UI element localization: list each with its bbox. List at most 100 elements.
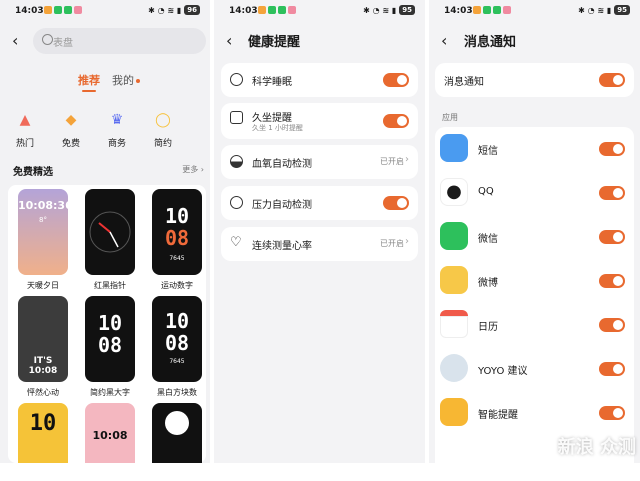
analog-clock-icon bbox=[89, 211, 131, 253]
back-button[interactable]: ‹ bbox=[226, 32, 240, 50]
status-bar: 14:03 ✱ ◔ ≋ ▮ 95 bbox=[429, 0, 640, 22]
setting-state: 已开启 bbox=[380, 239, 404, 248]
category-label: 免费 bbox=[61, 139, 80, 149]
bulb-icon bbox=[440, 398, 468, 426]
sleep-toggle[interactable] bbox=[383, 73, 409, 87]
chevron-right-icon: › bbox=[405, 236, 409, 247]
watch-face-card[interactable]: 10:08:36 8° 天暖夕日 bbox=[11, 189, 75, 290]
watch-face-card[interactable]: 10 08 7645 黑白方块数 bbox=[145, 296, 209, 397]
setting-label: 久坐提醒 bbox=[252, 113, 292, 124]
app-row-wechat[interactable]: 微信 bbox=[435, 215, 634, 259]
status-bar: 14:03 ✱ ◔ ≋ ▮ 95 bbox=[214, 0, 425, 22]
battery-badge: 95 bbox=[399, 5, 415, 15]
master-toggle[interactable] bbox=[599, 73, 625, 87]
app-label: 日历 bbox=[478, 322, 498, 333]
setting-card-stress: 压力自动检测 bbox=[221, 186, 418, 220]
stress-toggle[interactable] bbox=[383, 196, 409, 210]
section-title: 免费精选 bbox=[13, 167, 53, 178]
app-label: 微信 bbox=[478, 234, 498, 245]
setting-label: 连续测量心率 bbox=[252, 241, 312, 252]
app-row-calendar[interactable]: 日历 bbox=[435, 303, 634, 347]
smart-toggle[interactable] bbox=[599, 406, 625, 420]
watch-face-card[interactable]: 10 08 简约黑大字 bbox=[78, 296, 142, 397]
yoyo-toggle[interactable] bbox=[599, 362, 625, 376]
category-simple[interactable]: ◯ 简约 bbox=[148, 108, 178, 149]
unread-dot bbox=[136, 79, 140, 83]
face-time: IT'S 10:08 bbox=[28, 356, 58, 376]
tab-mine[interactable]: 我的 bbox=[112, 72, 140, 88]
category-row: ▲ 热门 ◆ 免费 ♛ 商务 ◯ 简约 bbox=[10, 108, 178, 149]
health-reminder-panel: 14:03 ✱ ◔ ≋ ▮ 95 ‹ 健康提醒 科学睡眠 久坐提醒 久坐 1 小… bbox=[214, 0, 425, 463]
watch-face-card[interactable]: 红黑指针 bbox=[78, 189, 142, 290]
setting-label: 血氧自动检测 bbox=[252, 159, 312, 170]
setting-row-spo2[interactable]: 血氧自动检测 已开启 › bbox=[221, 145, 418, 179]
app-row-qq[interactable]: ● QQ bbox=[435, 171, 634, 215]
setting-row-heart[interactable]: ♡ 连续测量心率 已开启 › bbox=[221, 227, 418, 261]
back-button[interactable]: ‹ bbox=[441, 32, 455, 50]
category-business[interactable]: ♛ 商务 bbox=[102, 108, 132, 149]
watch-face-name: 怦然心动 bbox=[27, 388, 59, 397]
watch-face-preview: 10 08 7645 bbox=[152, 189, 202, 275]
calendar-toggle[interactable] bbox=[599, 318, 625, 332]
watch-face-card[interactable]: 10 bbox=[11, 403, 75, 463]
chair-icon bbox=[230, 111, 243, 124]
section-label: 应用 bbox=[442, 113, 458, 122]
flame-icon: ▲ bbox=[19, 112, 31, 128]
back-button[interactable]: ‹ bbox=[12, 32, 26, 50]
watch-face-card[interactable]: 10 08 7645 运动数字 bbox=[145, 189, 209, 290]
tab-recommend[interactable]: 推荐 bbox=[78, 72, 100, 92]
category-hot[interactable]: ▲ 热门 bbox=[10, 108, 40, 149]
app-label: 短信 bbox=[478, 146, 498, 157]
setting-row-sedentary[interactable]: 久坐提醒 久坐 1 小时提醒 bbox=[221, 103, 418, 139]
sms-toggle[interactable] bbox=[599, 142, 625, 156]
setting-row-stress[interactable]: 压力自动检测 bbox=[221, 186, 418, 220]
setting-card-sedentary: 久坐提醒 久坐 1 小时提醒 bbox=[221, 103, 418, 139]
app-row-sms[interactable]: 短信 bbox=[435, 127, 634, 171]
battery-badge: 96 bbox=[184, 5, 200, 15]
more-link[interactable]: 更多 › bbox=[182, 164, 204, 175]
watch-face-card[interactable]: IT'S 10:08 怦然心动 bbox=[11, 296, 75, 397]
face-weather: 8° bbox=[39, 216, 47, 224]
bottom-strip bbox=[0, 463, 640, 481]
setting-row-master[interactable]: 消息通知 bbox=[435, 63, 634, 97]
category-free[interactable]: ◆ 免费 bbox=[56, 108, 86, 149]
watch-face-name: 简约黑大字 bbox=[90, 388, 130, 397]
watch-face-preview bbox=[152, 403, 202, 463]
setting-label: 消息通知 bbox=[444, 77, 484, 88]
app-label: 微博 bbox=[478, 278, 498, 289]
watch-face-card[interactable] bbox=[145, 403, 209, 463]
face-time: 10 08 bbox=[97, 311, 123, 357]
wechat-toggle[interactable] bbox=[599, 230, 625, 244]
app-label: 智能提醒 bbox=[478, 410, 518, 421]
qq-toggle[interactable] bbox=[599, 186, 625, 200]
app-row-weibo[interactable]: 微博 bbox=[435, 259, 634, 303]
setting-card-heart: ♡ 连续测量心率 已开启 › bbox=[221, 227, 418, 261]
qq-icon: ● bbox=[440, 178, 468, 206]
face-time: 10:08:36 bbox=[18, 199, 68, 212]
status-bar: 14:03 ✱ ◔ ≋ ▮ 96 bbox=[0, 0, 210, 22]
watch-face-panel: 14:03 ✱ ◔ ≋ ▮ 96 ‹ 表盘 推荐 我的 ▲ 热门 ◆ 免费 ♛ … bbox=[0, 0, 210, 463]
master-toggle-card: 消息通知 bbox=[435, 63, 634, 97]
notification-icons bbox=[258, 6, 296, 14]
status-right: ✱ ◔ ≋ ▮ 95 bbox=[578, 5, 630, 15]
watch-face-preview: 10 08 7645 bbox=[152, 296, 202, 382]
status-time: 14:03 bbox=[229, 6, 258, 16]
notification-icons bbox=[44, 6, 82, 14]
app-row-yoyo[interactable]: YOYO 建议 bbox=[435, 347, 634, 391]
message-icon bbox=[440, 134, 468, 162]
setting-sub: 久坐 1 小时提醒 bbox=[252, 124, 303, 132]
setting-row-sleep[interactable]: 科学睡眠 bbox=[221, 63, 418, 97]
watch-face-preview: 10 08 bbox=[85, 296, 135, 382]
status-right: ✱ ◔ ≋ ▮ 95 bbox=[363, 5, 415, 15]
weibo-toggle[interactable] bbox=[599, 274, 625, 288]
app-row-smart[interactable]: 智能提醒 bbox=[435, 391, 634, 435]
weibo-icon bbox=[440, 266, 468, 294]
search-icon bbox=[42, 34, 53, 45]
sedentary-toggle[interactable] bbox=[383, 114, 409, 128]
tab-mine-label: 我的 bbox=[112, 74, 134, 87]
notification-icons bbox=[473, 6, 511, 14]
watch-face-card[interactable]: 10:08 bbox=[78, 403, 142, 463]
search-input[interactable]: 表盘 bbox=[33, 28, 206, 54]
moon-icon bbox=[165, 411, 189, 435]
watch-face-name: 天暖夕日 bbox=[27, 281, 59, 290]
